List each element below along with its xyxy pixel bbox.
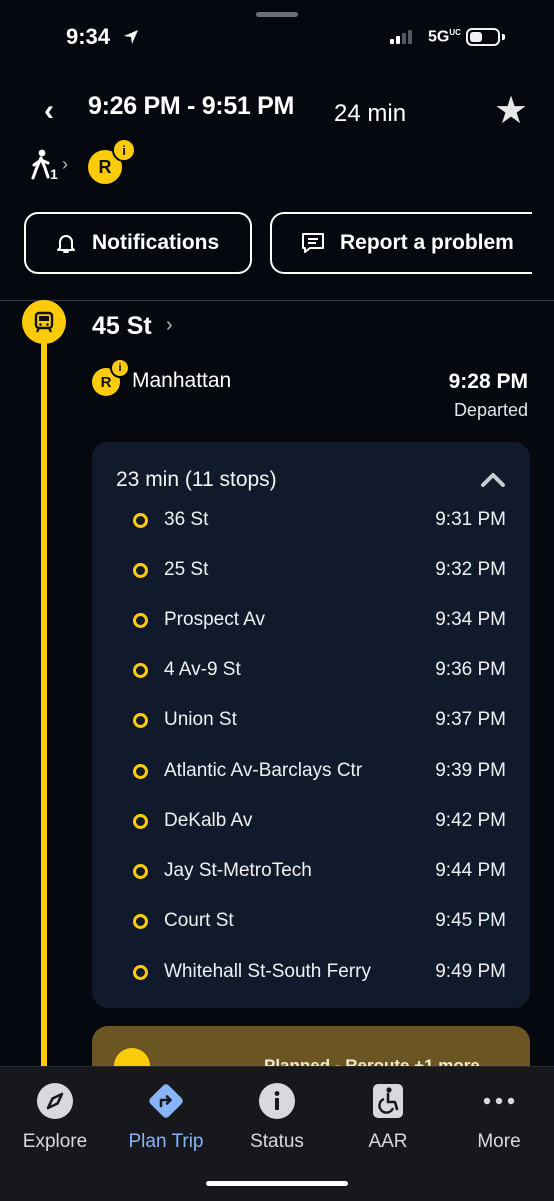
battery-icon <box>466 28 500 46</box>
chevron-right-icon: › <box>62 154 68 174</box>
notifications-label: Notifications <box>92 231 220 254</box>
stop-dot <box>133 712 148 728</box>
stop-name: Jay St-MetroTech <box>164 860 312 881</box>
stop-dot <box>133 512 148 528</box>
accessible-icon <box>373 1084 403 1118</box>
stop-dot <box>133 763 148 779</box>
stop-time: 9:37 PM <box>435 709 506 730</box>
stop-name: DeKalb Av <box>164 810 253 831</box>
cellular-signal-icon <box>390 30 412 44</box>
report-problem-button[interactable]: Report a problem <box>270 212 532 274</box>
stop-dot <box>133 562 148 578</box>
stop-row: DeKalb Av 9:42 PM <box>133 806 506 836</box>
favorite-star-icon[interactable]: ★ <box>494 92 528 130</box>
walk-subscript: 1 <box>50 166 58 182</box>
divider <box>0 300 554 301</box>
station-name[interactable]: 45 St <box>92 312 152 341</box>
stop-name: Union St <box>164 709 237 730</box>
stop-time: 9:44 PM <box>435 860 506 881</box>
stop-name: 25 St <box>164 559 209 580</box>
stop-row: Jay St-MetroTech 9:44 PM <box>133 856 506 886</box>
intermediate-stops-card: 23 min (11 stops) 36 St 9:31 PM 25 St 9:32… <box>92 442 530 1008</box>
stop-row: 25 St 9:32 PM <box>133 555 506 585</box>
trip-time-range: 9:26 PM - 9:51 PM <box>88 92 295 120</box>
info-icon <box>259 1083 295 1119</box>
stop-name: 4 Av-9 St <box>164 659 241 680</box>
stop-row: 36 St 9:31 PM <box>133 505 506 535</box>
tab-label: Plan Trip <box>128 1131 204 1152</box>
stops-summary: 23 min (11 stops) <box>116 468 277 491</box>
stop-time: 9:45 PM <box>435 910 506 931</box>
stop-row: 4 Av-9 St 9:36 PM <box>133 655 506 685</box>
tab-aar[interactable]: AAR <box>333 1081 443 1153</box>
stop-time: 9:49 PM <box>435 961 506 982</box>
route-line <box>41 330 47 1070</box>
compass-icon <box>37 1083 73 1119</box>
tab-label: Explore <box>22 1131 88 1152</box>
tab-more[interactable]: More <box>444 1081 554 1153</box>
tab-label: More <box>477 1131 521 1152</box>
train-icon <box>34 311 54 333</box>
trip-duration: 24 min <box>334 100 407 127</box>
tab-label: AAR <box>368 1131 408 1152</box>
train-direction: Manhattan <box>132 369 232 392</box>
info-badge-icon: i <box>112 138 136 162</box>
stop-dot <box>133 813 148 829</box>
stop-time: 9:39 PM <box>435 760 506 781</box>
sheet-grabber[interactable] <box>256 12 298 17</box>
battery-tip <box>502 34 505 40</box>
stop-row: Union St 9:37 PM <box>133 705 506 735</box>
stop-dot <box>133 913 148 929</box>
location-arrow-icon <box>124 30 138 44</box>
tab-label: Status <box>250 1131 304 1152</box>
back-chevron-icon[interactable]: ‹ <box>44 94 54 128</box>
message-icon <box>302 233 324 253</box>
report-problem-label: Report a problem <box>340 231 514 254</box>
stop-row: Court St 9:45 PM <box>133 906 506 936</box>
stop-row: Atlantic Av-Barclays Ctr 9:39 PM <box>133 756 506 786</box>
subway-station-marker <box>22 300 66 344</box>
stop-dot <box>133 662 148 678</box>
home-indicator <box>206 1181 348 1186</box>
notifications-button[interactable]: Notifications <box>24 212 252 274</box>
more-dots-icon <box>483 1097 515 1105</box>
directions-icon <box>149 1084 183 1118</box>
stop-time: 9:34 PM <box>435 609 506 630</box>
info-badge-icon: i <box>110 358 130 378</box>
stop-dot <box>133 964 148 980</box>
departure-time: 9:28 PM <box>448 370 528 393</box>
stop-name: Whitehall St-South Ferry <box>164 961 371 982</box>
stop-time: 9:36 PM <box>435 659 506 680</box>
stop-name: 36 St <box>164 509 209 530</box>
chevron-up-icon[interactable] <box>480 470 506 490</box>
status-time: 9:34 <box>66 24 111 49</box>
stop-time: 9:42 PM <box>435 810 506 831</box>
stop-row: Prospect Av 9:34 PM <box>133 605 506 635</box>
stop-name: Court St <box>164 910 234 931</box>
stop-time: 9:31 PM <box>435 509 506 530</box>
chevron-right-icon[interactable]: › <box>166 314 173 337</box>
stop-name: Prospect Av <box>164 609 266 630</box>
departure-status: Departed <box>453 400 528 420</box>
tab-explore[interactable]: Explore <box>0 1081 110 1153</box>
tab-status[interactable]: Status <box>222 1081 332 1153</box>
stop-time: 9:32 PM <box>435 559 506 580</box>
stop-dot <box>133 863 148 879</box>
tab-plan-trip[interactable]: Plan Trip <box>111 1081 221 1153</box>
stop-row: Whitehall St-South Ferry 9:49 PM <box>133 957 506 987</box>
network-indicator: 5GUC <box>428 28 461 46</box>
bell-icon <box>57 235 75 253</box>
stop-name: Atlantic Av-Barclays Ctr <box>164 760 363 781</box>
stop-dot <box>133 612 148 628</box>
